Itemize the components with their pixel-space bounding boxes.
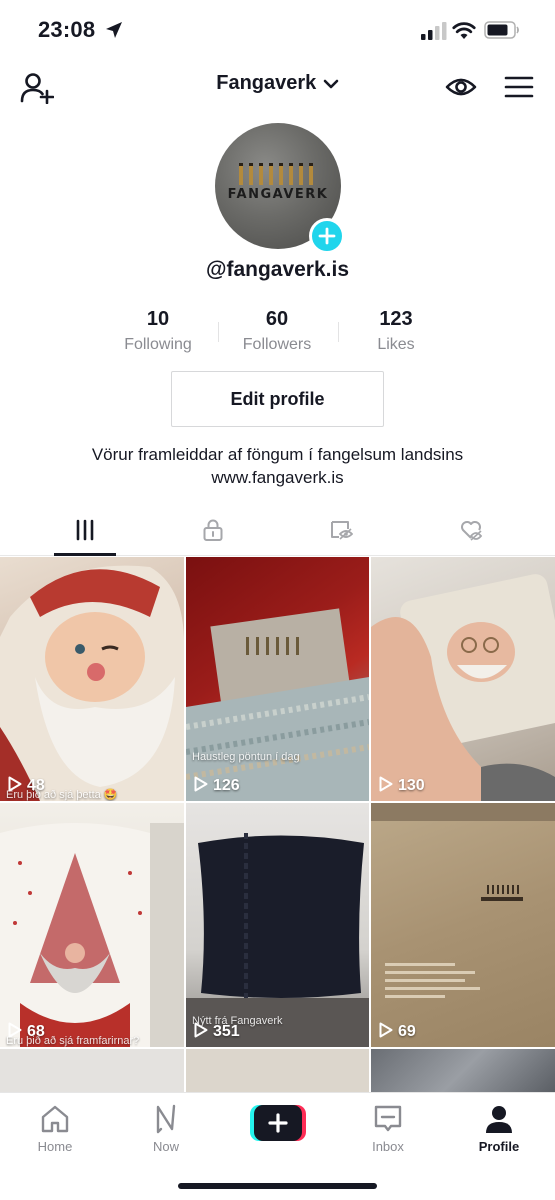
eye-icon[interactable] (444, 70, 478, 104)
play-icon (194, 1022, 208, 1038)
video-thumbnail[interactable] (371, 1049, 555, 1093)
tab-tagged[interactable] (310, 508, 372, 555)
home-indicator (178, 1183, 377, 1189)
video-thumbnail[interactable]: Eru þið að sjá framfarirnar? 68 (0, 803, 184, 1047)
play-icon (379, 776, 393, 792)
gnome-mug-illustration (0, 823, 184, 1047)
battery-icon (484, 21, 519, 39)
video-thumbnail[interactable]: Haustleg pöntun í dag 126 (186, 557, 369, 801)
play-icon (194, 776, 208, 792)
profile-icon (486, 1106, 512, 1133)
nav-label: Inbox (372, 1139, 404, 1154)
username: @fangaverk.is (205, 258, 350, 281)
profile-stats: 10 Following 60 Followers 123 Likes (98, 308, 456, 358)
view-count-value: 126 (213, 777, 240, 794)
active-tab-indicator (54, 553, 116, 556)
home-icon (41, 1105, 69, 1133)
video-thumbnail[interactable]: 130 (371, 557, 555, 801)
view-count: 351 (194, 1022, 240, 1041)
location-arrow-icon (106, 22, 122, 38)
logo-sticks-icon (239, 163, 313, 185)
video-thumbnail[interactable] (186, 1049, 369, 1093)
hamburger-menu-icon[interactable] (502, 70, 536, 104)
view-count: 69 (379, 1022, 416, 1041)
stat-label: Following (124, 336, 192, 353)
edit-profile-button[interactable]: Edit profile (171, 371, 384, 427)
bio: Vörur framleiddar af föngum í fangelsum … (0, 443, 555, 489)
create-button[interactable] (250, 1105, 306, 1141)
video-thumbnail[interactable]: Eru þið að sjá þetta 🤩 48 (0, 557, 184, 801)
play-icon (8, 1022, 22, 1038)
play-icon (8, 776, 22, 792)
wifi-icon (452, 22, 476, 39)
stat-label: Followers (242, 336, 312, 353)
stat-likes[interactable]: 123 Likes (336, 308, 456, 354)
view-count-value: 69 (398, 1023, 416, 1040)
view-count-value: 351 (213, 1023, 240, 1040)
box-lid-illustration (371, 803, 555, 998)
nav-label: Profile (478, 1139, 520, 1154)
santa-mug-illustration (0, 565, 184, 801)
tab-private[interactable] (182, 508, 244, 555)
page-title: Fangaverk (216, 72, 317, 94)
pillow-illustration (186, 833, 369, 1047)
now-icon (156, 1104, 176, 1134)
play-icon (379, 1022, 393, 1038)
tagged-icon (331, 521, 353, 540)
view-count-value: 48 (27, 777, 45, 794)
view-count-value: 68 (27, 1023, 45, 1040)
grid-icon (76, 519, 94, 541)
stat-followers[interactable]: 60 Followers (217, 308, 337, 354)
stat-value: 10 (146, 308, 170, 330)
stat-value: 60 (265, 308, 289, 330)
nav-label: Now (152, 1139, 179, 1154)
bio-link[interactable]: www.fangaverk.is (0, 466, 555, 489)
status-bar: 23:08 (0, 0, 555, 62)
profile-header: Fangaverk (0, 62, 555, 112)
tab-videos[interactable] (54, 508, 116, 555)
add-photo-button[interactable] (309, 218, 345, 254)
view-count: 126 (194, 776, 240, 795)
avatar-logo-text: FANGAVERK (227, 187, 329, 202)
nav-home[interactable]: Home (0, 1103, 110, 1154)
video-thumbnail[interactable]: Nýtt frá Fangaverk 351 (186, 803, 369, 1047)
status-time: 23:08 (38, 17, 96, 42)
liked-icon (461, 521, 483, 541)
bio-text: Vörur framleiddar af föngum í fangelsum … (91, 445, 464, 464)
nav-profile[interactable]: Profile (444, 1103, 554, 1154)
tab-liked[interactable] (440, 508, 502, 555)
cellular-signal-icon (421, 22, 447, 40)
view-count: 68 (8, 1022, 45, 1041)
content-tabs (0, 508, 555, 556)
video-thumbnail[interactable] (0, 1049, 184, 1093)
nav-inbox[interactable]: Inbox (333, 1103, 443, 1154)
view-count-value: 130 (398, 777, 425, 794)
nav-label: Home (37, 1139, 73, 1154)
lock-icon (203, 519, 223, 541)
video-thumbnail[interactable]: 69 (371, 803, 555, 1047)
nav-now[interactable]: Now (111, 1103, 221, 1154)
knit-box-illustration (186, 608, 369, 801)
stat-label: Likes (377, 336, 415, 353)
view-count: 48 (8, 776, 45, 795)
inbox-icon (374, 1105, 402, 1132)
stat-following[interactable]: 10 Following (98, 308, 218, 354)
stat-value: 123 (379, 308, 413, 330)
video-caption: Haustleg pöntun í dag (192, 751, 300, 763)
view-count: 130 (379, 776, 425, 795)
chevron-down-icon (323, 79, 339, 88)
plus-icon (318, 227, 336, 245)
santa-hand-illustration (371, 574, 555, 801)
